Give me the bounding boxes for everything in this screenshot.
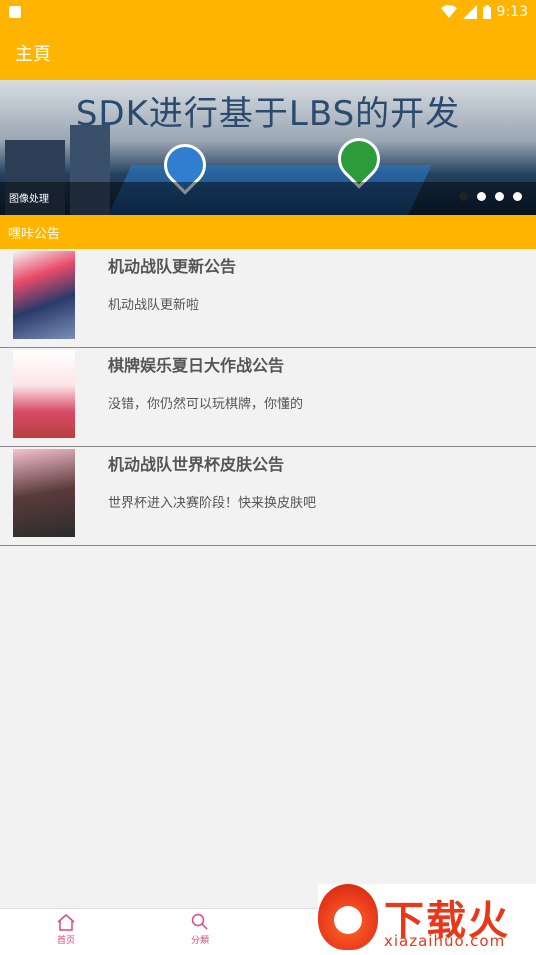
- nav-item-category[interactable]: 分類: [170, 913, 230, 946]
- section-header: 嘿咔公告: [0, 215, 536, 249]
- announcement-list: 机动战队更新公告 机动战队更新啦 棋牌娱乐夏日大作战公告 没错，你仍然可以玩棋牌…: [0, 249, 536, 546]
- app-bar: 主頁: [0, 25, 536, 80]
- announcement-thumbnail: [13, 350, 75, 438]
- search-icon: [191, 913, 208, 930]
- carousel-dot[interactable]: [513, 192, 522, 201]
- carousel-dot[interactable]: [459, 192, 468, 201]
- announcement-title: 机动战队世界杯皮肤公告: [108, 455, 285, 474]
- announcement-desc: 没错，你仍然可以玩棋牌，你懂的: [108, 397, 304, 412]
- announcement-title: 棋牌娱乐夏日大作战公告: [108, 356, 285, 375]
- announcement-desc: 世界杯进入决赛阶段！快来换皮肤吧: [108, 496, 317, 511]
- list-item[interactable]: 棋牌娱乐夏日大作战公告 没错，你仍然可以玩棋牌，你懂的: [0, 348, 536, 447]
- banner-caption: 图像处理: [9, 194, 49, 205]
- list-item[interactable]: 机动战队更新公告 机动战队更新啦: [0, 249, 536, 348]
- battery-icon: [482, 5, 491, 19]
- watermark-url: xiazaihuo.com: [384, 932, 506, 950]
- nav-label: 分類: [190, 936, 209, 946]
- announcement-title: 机动战队更新公告: [108, 257, 237, 276]
- status-bar: 9:13: [0, 0, 536, 25]
- banner-headline: SDK进行基于LBS的开发: [75, 94, 461, 134]
- carousel-dot[interactable]: [477, 192, 486, 201]
- announcement-thumbnail: [13, 251, 75, 339]
- announcement-thumbnail: [13, 449, 75, 537]
- wifi-icon: [440, 5, 457, 18]
- signal-icon: [462, 5, 477, 19]
- carousel-dot[interactable]: [495, 192, 504, 201]
- nav-label: 首页: [56, 936, 75, 946]
- list-item[interactable]: 机动战队世界杯皮肤公告 世界杯进入决赛阶段！快来换皮肤吧: [0, 447, 536, 546]
- watermark-logo: 下载火 xiazaihuo.com: [318, 884, 536, 954]
- section-title: 嘿咔公告: [8, 227, 61, 242]
- page-title: 主頁: [15, 44, 51, 65]
- home-icon: [57, 914, 75, 931]
- notification-icon: [9, 6, 21, 18]
- banner-caption-bar: [0, 182, 536, 215]
- announcement-desc: 机动战队更新啦: [108, 298, 200, 313]
- status-time: 9:13: [496, 4, 528, 20]
- banner-carousel[interactable]: SDK进行基于LBS的开发 图像处理: [0, 80, 536, 215]
- carousel-indicator: [459, 192, 522, 201]
- download-icon: [334, 906, 362, 934]
- nav-item-home[interactable]: 首页: [36, 913, 96, 946]
